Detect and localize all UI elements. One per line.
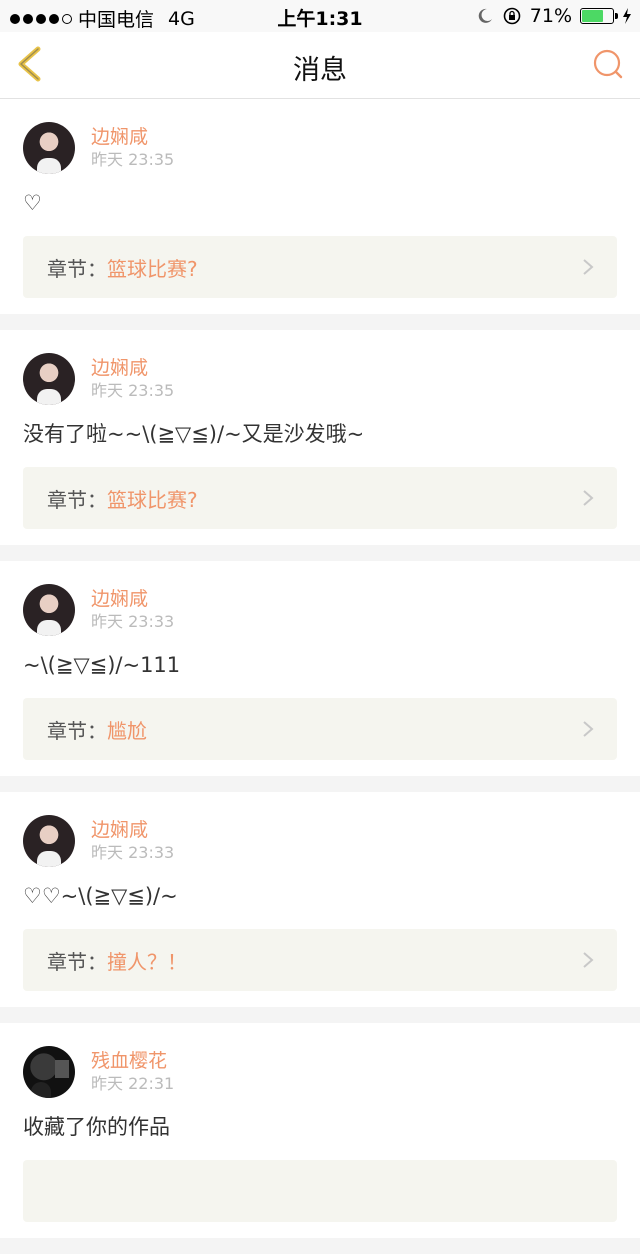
avatar[interactable]	[23, 583, 75, 636]
rotation-lock-icon	[503, 7, 521, 25]
message-card: 边娴咸 昨天 23:33 ~\(≧▽≦)/~111 章节： 尴尬	[0, 561, 640, 776]
message-time: 昨天 22:31	[91, 1073, 175, 1093]
status-right: 71%	[476, 5, 632, 27]
message-text: ~\(≧▽≦)/~111	[23, 653, 181, 677]
chapter-link[interactable]: 章节： 篮球比赛?	[23, 236, 617, 298]
battery-icon	[580, 8, 618, 24]
nav-bar: 消息	[0, 32, 640, 99]
search-icon[interactable]	[590, 46, 626, 82]
battery-percent: 71%	[529, 5, 572, 27]
chevron-right-icon	[583, 952, 594, 968]
message-time: 昨天 23:33	[91, 611, 175, 631]
message-time: 昨天 23:35	[91, 149, 175, 169]
avatar[interactable]	[23, 352, 75, 405]
message-card: 边娴咸 昨天 23:35 没有了啦~~\(≧▽≦)/~又是沙发哦~ 章节： 篮球…	[0, 330, 640, 545]
username[interactable]: 边娴咸	[91, 356, 174, 380]
username[interactable]: 边娴咸	[91, 587, 174, 611]
chapter-label: 章节：	[47, 718, 107, 743]
chapter-title: 篮球比赛?	[107, 256, 198, 281]
chapter-link[interactable]: 章节： 撞人？！	[23, 929, 617, 991]
username[interactable]: 边娴咸	[91, 125, 174, 149]
charging-bolt-icon	[623, 8, 631, 24]
chevron-right-icon	[583, 721, 594, 737]
message-card: 边娴咸 昨天 23:35 ♡ 章节： 篮球比赛?	[0, 99, 640, 314]
avatar[interactable]	[23, 1045, 75, 1098]
message-time: 昨天 23:33	[91, 842, 175, 862]
message-text: 没有了啦~~\(≧▽≦)/~又是沙发哦~	[23, 422, 365, 446]
chevron-right-icon	[583, 490, 594, 506]
message-card: 边娴咸 昨天 23:33 ♡♡~\(≧▽≦)/~ 章节： 撞人？！	[0, 792, 640, 1007]
message-card: 残血樱花 昨天 22:31 收藏了你的作品	[0, 1023, 640, 1238]
chapter-link[interactable]: 章节： 尴尬	[23, 698, 617, 760]
avatar[interactable]	[23, 121, 75, 174]
chapter-label: 章节：	[47, 256, 107, 281]
moon-icon	[478, 8, 492, 23]
chapter-title: 尴尬	[107, 718, 147, 743]
chapter-title: 撞人？！	[107, 949, 187, 974]
status-bar: 中国电信 4G 上午1:31 71%	[0, 0, 640, 32]
chapter-label: 章节：	[47, 949, 107, 974]
message-text: ♡♡~\(≧▽≦)/~	[23, 884, 178, 908]
message-time: 昨天 23:35	[91, 380, 175, 400]
message-list: 边娴咸 昨天 23:35 ♡ 章节： 篮球比赛? 边娴咸 昨天 23:35 没有…	[0, 99, 640, 1254]
username[interactable]: 边娴咸	[91, 818, 174, 842]
page-title: 消息	[293, 55, 347, 86]
message-text: 收藏了你的作品	[23, 1115, 170, 1139]
message-text: ♡	[23, 191, 42, 215]
chevron-right-icon	[583, 259, 594, 275]
chapter-link[interactable]	[23, 1160, 617, 1222]
avatar[interactable]	[23, 814, 75, 867]
username[interactable]: 残血樱花	[91, 1049, 174, 1073]
back-arrow-icon[interactable]	[12, 44, 48, 84]
chapter-link[interactable]: 章节： 篮球比赛?	[23, 467, 617, 529]
chapter-label: 章节：	[47, 487, 107, 512]
chapter-title: 篮球比赛?	[107, 487, 198, 512]
